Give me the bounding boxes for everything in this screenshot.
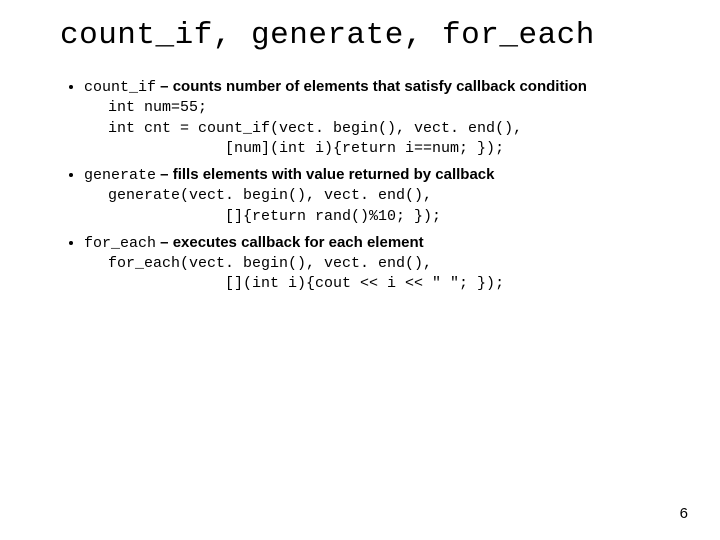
bullet-list: count_if – counts number of elements tha… xyxy=(60,77,660,295)
term: for_each xyxy=(84,235,156,252)
slide: count_if, generate, for_each count_if – … xyxy=(0,0,720,540)
list-item: count_if – counts number of elements tha… xyxy=(84,77,660,159)
code-block: generate(vect. begin(), vect. end(), []{… xyxy=(108,186,660,227)
list-item: generate – fills elements with value ret… xyxy=(84,165,660,227)
list-item: for_each – executes callback for each el… xyxy=(84,233,660,295)
code-block: for_each(vect. begin(), vect. end(), [](… xyxy=(108,254,660,295)
code-block: int num=55; int cnt = count_if(vect. beg… xyxy=(108,98,660,159)
desc: – fills elements with value returned by … xyxy=(156,166,494,183)
term: generate xyxy=(84,167,156,184)
desc: – counts number of elements that satisfy… xyxy=(156,78,587,95)
page-number: 6 xyxy=(680,505,688,522)
desc: – executes callback for each element xyxy=(156,234,424,251)
term: count_if xyxy=(84,79,156,96)
slide-title: count_if, generate, for_each xyxy=(60,18,660,53)
